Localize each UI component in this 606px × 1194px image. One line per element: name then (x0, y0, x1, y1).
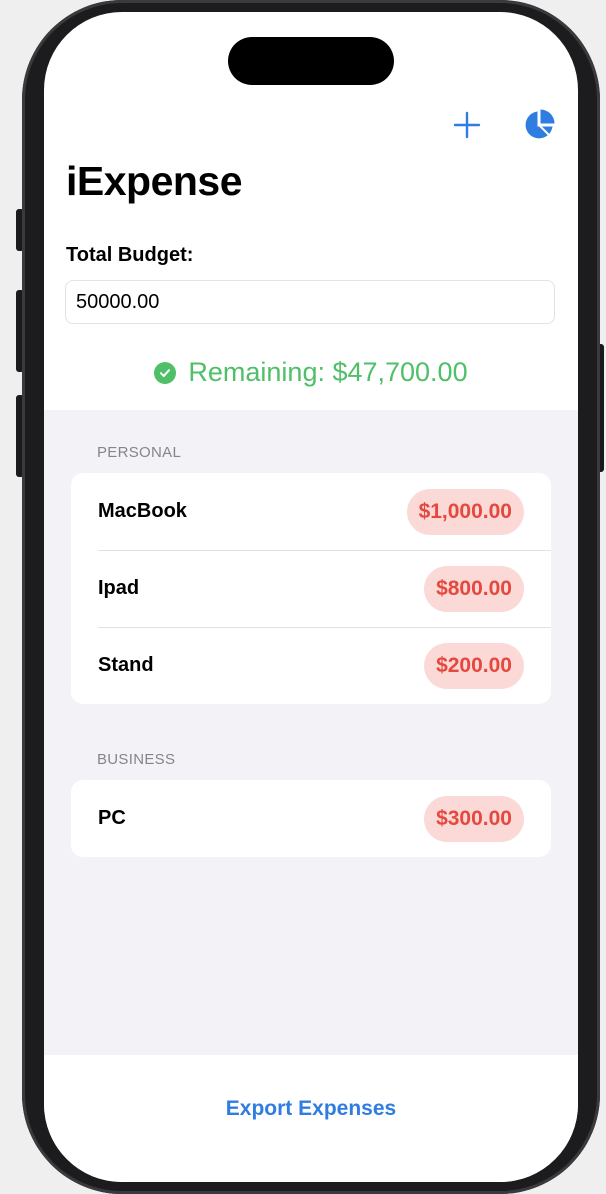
expense-amount: $1,000.00 (406, 489, 524, 535)
expense-amount: $300.00 (424, 796, 524, 842)
total-budget-label: Total Budget: (66, 244, 194, 266)
expense-amount: $200.00 (424, 643, 524, 689)
expense-name: MacBook (98, 500, 187, 522)
expense-row[interactable]: Stand $200.00 (71, 627, 551, 704)
section-header-business: BUSINESS (97, 751, 176, 768)
total-budget-input[interactable] (76, 281, 536, 323)
export-expenses-button[interactable]: Export Expenses (44, 1097, 578, 1121)
total-budget-field[interactable] (65, 280, 555, 324)
expense-name: Ipad (98, 577, 140, 599)
checkmark-circle-icon (154, 361, 177, 384)
expense-row[interactable]: PC $300.00 (71, 780, 551, 857)
page-title: iExpense (66, 158, 243, 204)
expense-row[interactable]: Ipad $800.00 (71, 550, 551, 627)
expense-amount: $800.00 (424, 566, 524, 612)
bottom-bar: Export Expenses (44, 1055, 578, 1182)
expense-name: Stand (98, 654, 154, 676)
pie-chart-icon[interactable] (522, 108, 556, 142)
expense-list[interactable]: PERSONAL MacBook $1,000.00 Ipad $800.00 … (44, 410, 578, 1055)
remaining-status: Remaining: $47,700.00 (44, 357, 578, 388)
expense-row[interactable]: MacBook $1,000.00 (71, 473, 551, 550)
section-business: PC $300.00 (71, 780, 551, 857)
expense-name: PC (98, 807, 126, 829)
section-personal: MacBook $1,000.00 Ipad $800.00 Stand $20… (71, 473, 551, 704)
app-screen: iExpense Total Budget: Remaining: $47,70… (44, 12, 578, 1182)
plus-icon[interactable] (450, 108, 484, 142)
remaining-text: Remaining: $47,700.00 (188, 357, 468, 387)
dynamic-island (228, 37, 394, 85)
section-header-personal: PERSONAL (97, 444, 182, 461)
